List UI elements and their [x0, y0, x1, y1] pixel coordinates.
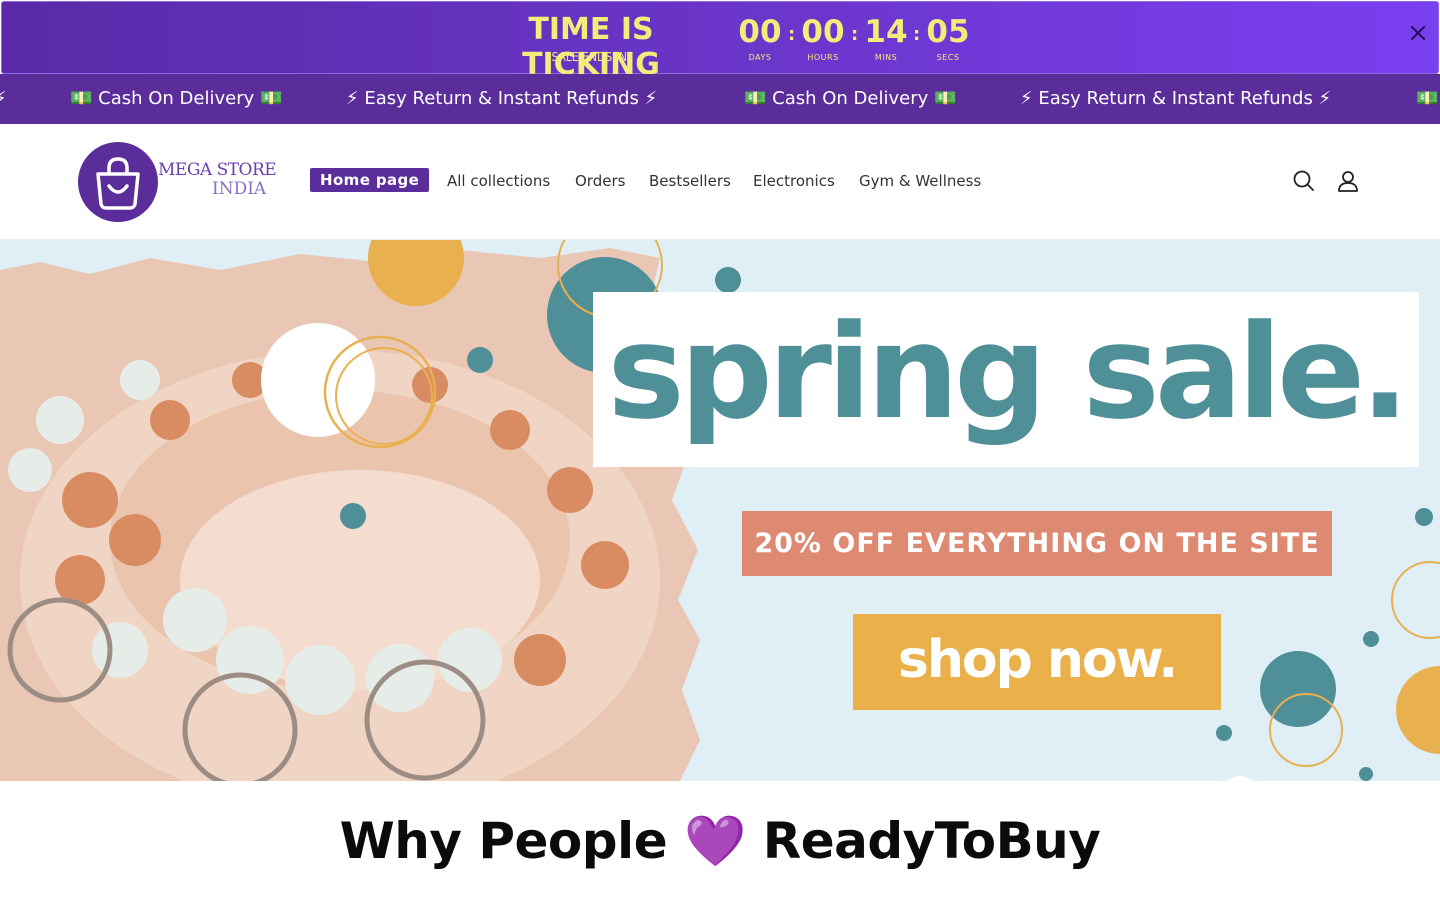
logo-text: MEGA STORE: [158, 160, 277, 180]
countdown-days: 00 DAYS: [730, 12, 790, 62]
logo[interactable]: [78, 142, 158, 222]
countdown-mins-value: 14: [864, 14, 908, 50]
countdown-title: TIME IS TICKING: [522, 12, 660, 82]
marquee-item: 💵 Cash On Delivery 💵: [70, 88, 283, 109]
countdown-subtitle: SALE ENDS IN:: [551, 50, 631, 64]
section-heading: Why People 💜 ReadyToBuy: [0, 812, 1440, 871]
countdown-mins: 14 MINS: [856, 12, 916, 62]
announcement-marquee: ⚡ 💵 Cash On Delivery 💵 ⚡ Easy Return & I…: [0, 74, 1440, 124]
nav-all-collections[interactable]: All collections: [447, 172, 550, 190]
marquee-item: ⚡ Easy Return & Instant Refunds ⚡: [346, 88, 658, 109]
nav-orders[interactable]: Orders: [575, 172, 625, 190]
marquee-item: ⚡ Easy Return & Instant Refunds ⚡: [1020, 88, 1332, 109]
hero-banner[interactable]: spring sale. 20% OFF EVERYTHING ON THE S…: [0, 240, 1440, 781]
countdown-days-value: 00: [738, 14, 782, 50]
marquee-item: 💵 Cash On Delivery 💵: [744, 88, 957, 109]
search-icon[interactable]: [1291, 168, 1317, 194]
nav-electronics[interactable]: Electronics: [753, 172, 835, 190]
nav-home-page[interactable]: Home page: [310, 168, 430, 192]
close-icon[interactable]: [1408, 24, 1428, 44]
marquee-item-partial: 💵: [1416, 88, 1439, 109]
nav-bestsellers[interactable]: Bestsellers: [649, 172, 731, 190]
countdown-banner: TIME IS TICKING SALE ENDS IN: 00 DAYS : …: [1, 1, 1439, 82]
countdown-hours-value: 00: [801, 14, 845, 50]
countdown-days-label: DAYS: [748, 53, 772, 62]
heading-prefix: Why People: [339, 812, 668, 870]
heading-suffix: ReadyToBuy: [762, 812, 1101, 870]
countdown-secs-value: 05: [926, 14, 970, 50]
heart-icon: 💜: [684, 812, 746, 870]
countdown-hours: 00 HOURS: [793, 12, 853, 62]
countdown-mins-label: MINS: [874, 53, 898, 62]
account-icon[interactable]: [1335, 168, 1361, 194]
hero-headline: spring sale.: [607, 296, 1409, 448]
marquee-item-partial: ⚡: [0, 88, 7, 109]
shop-now-button[interactable]: shop now.: [853, 614, 1221, 710]
countdown-secs-label: SECS: [936, 53, 960, 62]
hero-offer: 20% OFF EVERYTHING ON THE SITE: [754, 528, 1320, 559]
shopping-bag-icon: [96, 157, 140, 210]
site-header: MEGA STORE INDIA Home page All collectio…: [0, 124, 1440, 240]
nav-gym-wellness[interactable]: Gym & Wellness: [859, 172, 981, 190]
countdown-hours-label: HOURS: [807, 53, 839, 62]
countdown-secs: 05 SECS: [918, 12, 978, 62]
logo-subtext: INDIA: [212, 179, 267, 199]
